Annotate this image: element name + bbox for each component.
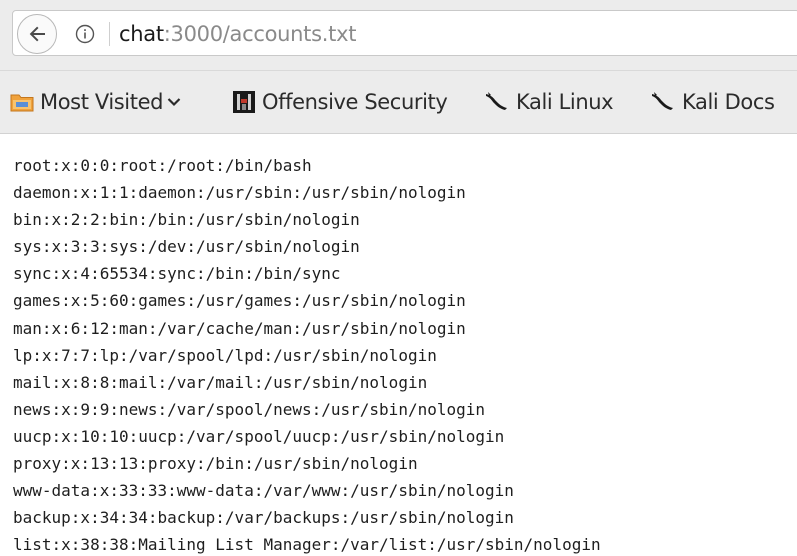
file-line: news:x:9:9:news:/var/spool/news:/usr/sbi…: [13, 399, 486, 419]
back-arrow-icon: [29, 26, 45, 42]
bookmark-label: Kali Linux: [516, 90, 614, 114]
folder-icon: [10, 94, 34, 112]
browser-window: chat:3000/accounts.txt Most Visited Offe…: [0, 0, 797, 556]
page-content: root:x:0:0:root:/root:/bin/bash daemon:x:…: [0, 134, 797, 556]
kali-dragon-icon: [486, 92, 507, 110]
bookmark-label: Most Visited: [40, 90, 164, 114]
file-line: bin:x:2:2:bin:/bin:/usr/sbin/nologin: [13, 210, 360, 230]
file-line: daemon:x:1:1:daemon:/usr/sbin:/usr/sbin/…: [13, 183, 466, 203]
navigation-toolbar: chat:3000/accounts.txt: [0, 0, 797, 71]
bookmark-offensive-security[interactable]: Offensive Security: [232, 87, 448, 117]
file-line: uucp:x:10:10:uucp:/var/spool/uucp:/usr/s…: [13, 426, 505, 446]
file-line: mail:x:8:8:mail:/var/mail:/usr/sbin/nolo…: [13, 372, 428, 392]
bookmarks-toolbar: Most Visited Offensive Security Kali Lin…: [0, 71, 797, 134]
address-bar[interactable]: chat:3000/accounts.txt: [12, 10, 797, 56]
file-line: root:x:0:0:root:/root:/bin/bash: [13, 156, 312, 175]
file-line: games:x:5:60:games:/usr/games:/usr/sbin/…: [13, 291, 466, 311]
file-line: sys:x:3:3:sys:/dev:/usr/sbin/nologin: [13, 237, 360, 257]
kali-dragon-icon: [652, 92, 673, 110]
url-host: chat: [119, 22, 164, 46]
file-line: www-data:x:33:33:www-data:/var/www:/usr/…: [13, 481, 514, 501]
url-path: :3000/accounts.txt: [163, 22, 357, 46]
bookmark-label: Offensive Security: [262, 90, 448, 114]
url-text[interactable]: chat:3000/accounts.txt: [119, 20, 356, 48]
file-line: man:x:6:12:man:/var/cache/man:/usr/sbin/…: [13, 318, 466, 338]
file-text: root:x:0:0:root:/root:/bin/bash daemon:x:…: [13, 152, 601, 556]
bookmark-most-visited[interactable]: Most Visited: [10, 87, 181, 117]
bookmark-kali-docs[interactable]: Kali Docs: [650, 87, 775, 117]
offensive-security-logo-icon: [233, 91, 255, 113]
file-line: proxy:x:13:13:proxy:/bin:/usr/sbin/nolog…: [13, 454, 418, 474]
file-line: lp:x:7:7:lp:/var/spool/lpd:/usr/sbin/nol…: [13, 345, 437, 365]
info-icon[interactable]: [75, 24, 95, 44]
bookmark-kali-linux[interactable]: Kali Linux: [484, 87, 614, 117]
back-button[interactable]: [17, 14, 57, 54]
chevron-down-icon: [167, 98, 181, 107]
bookmark-label: Kali Docs: [682, 90, 775, 114]
file-line: backup:x:34:34:backup:/var/backups:/usr/…: [13, 508, 514, 528]
file-line: sync:x:4:65534:sync:/bin:/bin/sync: [13, 264, 341, 284]
file-line: list:x:38:38:Mailing List Manager:/var/l…: [13, 535, 601, 555]
url-divider: [109, 22, 110, 46]
